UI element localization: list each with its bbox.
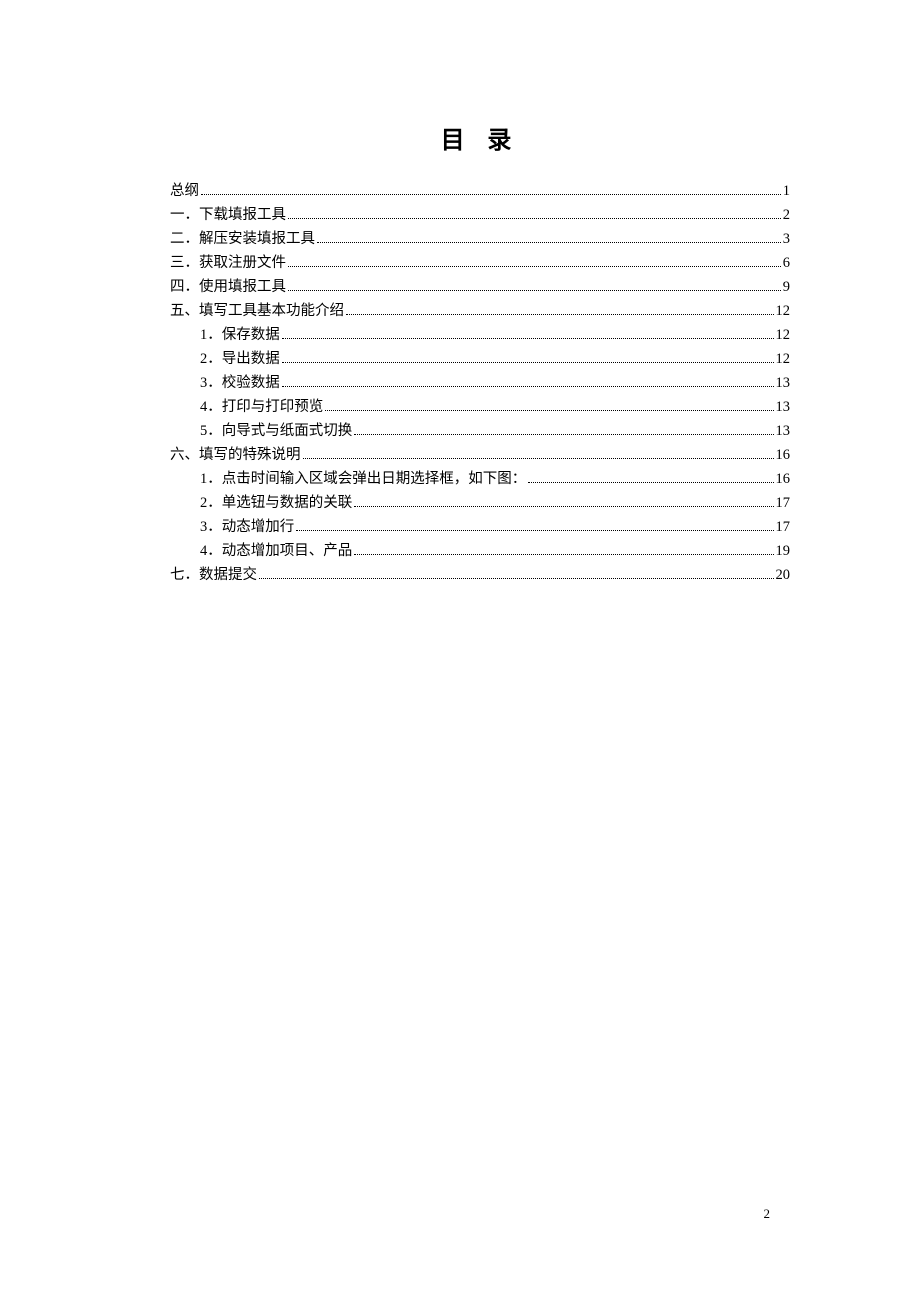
toc-entry-leader: [201, 194, 781, 195]
toc-entry[interactable]: 总纲 1: [170, 179, 790, 203]
toc-entry-label: 一．下载填报工具: [170, 203, 286, 227]
toc-entry-page: 19: [776, 539, 791, 563]
toc-entry-label: 1．点击时间输入区域会弹出日期选择框，如下图：: [200, 467, 526, 491]
toc-entry-page: 13: [776, 419, 791, 443]
toc-entry-page: 6: [783, 251, 790, 275]
toc-entry-leader: [282, 362, 774, 363]
toc-entry-leader: [528, 482, 773, 483]
page-number: 2: [764, 1206, 771, 1222]
toc-entry-leader: [354, 434, 773, 435]
toc-entry[interactable]: 4．打印与打印预览 13: [200, 395, 790, 419]
toc-entry[interactable]: 六、填写的特殊说明 16: [170, 443, 790, 467]
toc-entry[interactable]: 三．获取注册文件 6: [170, 251, 790, 275]
toc-entry-leader: [317, 242, 781, 243]
toc-entry-page: 16: [776, 443, 791, 467]
toc-entry-label: 3．校验数据: [200, 371, 280, 395]
toc-entry-leader: [354, 506, 773, 507]
toc-entry[interactable]: 3．动态增加行 17: [200, 515, 790, 539]
toc-entry-leader: [303, 458, 774, 459]
toc-entry-leader: [282, 338, 774, 339]
toc-entry-label: 4．打印与打印预览: [200, 395, 323, 419]
toc-entry-label: 三．获取注册文件: [170, 251, 286, 275]
toc-entry-label: 4．动态增加项目、产品: [200, 539, 352, 563]
toc-entry-page: 12: [776, 299, 791, 323]
toc-entry-label: 六、填写的特殊说明: [170, 443, 301, 467]
toc-entry-leader: [288, 266, 781, 267]
toc-entry-label: 七．数据提交: [170, 563, 257, 587]
toc-entry-leader: [346, 314, 774, 315]
toc-entry-label: 五、填写工具基本功能介绍: [170, 299, 344, 323]
toc-entry[interactable]: 1．点击时间输入区域会弹出日期选择框，如下图： 16: [200, 467, 790, 491]
toc-entry-leader: [288, 290, 781, 291]
toc-entry-label: 二．解压安装填报工具: [170, 227, 315, 251]
toc-entry-label: 2．导出数据: [200, 347, 280, 371]
toc-entry-page: 20: [776, 563, 791, 587]
document-page: 目 录 总纲1一．下载填报工具2二．解压安装填报工具3三．获取注册文件6四．使用…: [0, 0, 920, 587]
toc-entry[interactable]: 七．数据提交 20: [170, 563, 790, 587]
toc-entry[interactable]: 五、填写工具基本功能介绍 12: [170, 299, 790, 323]
toc-entry-page: 17: [776, 515, 791, 539]
toc-entry-label: 5．向导式与纸面式切换: [200, 419, 352, 443]
toc-entry-page: 13: [776, 395, 791, 419]
toc-entry-page: 12: [776, 323, 791, 347]
toc-entry-label: 四．使用填报工具: [170, 275, 286, 299]
toc-entry-leader: [288, 218, 781, 219]
toc-entry[interactable]: 四．使用填报工具 9: [170, 275, 790, 299]
toc-entry[interactable]: 5．向导式与纸面式切换 13: [200, 419, 790, 443]
toc-entry-leader: [259, 578, 774, 579]
toc-entry-page: 3: [783, 227, 790, 251]
toc-entry[interactable]: 4．动态增加项目、产品 19: [200, 539, 790, 563]
toc-entry-label: 3．动态增加行: [200, 515, 294, 539]
toc-entry-page: 17: [776, 491, 791, 515]
toc-entry-page: 1: [783, 179, 790, 203]
toc-entry-leader: [354, 554, 773, 555]
toc-entry-page: 16: [776, 467, 791, 491]
toc-entry-leader: [282, 386, 774, 387]
toc-entry[interactable]: 1．保存数据 12: [200, 323, 790, 347]
toc-entry-leader: [296, 530, 773, 531]
toc-entry-leader: [325, 410, 773, 411]
toc-entry[interactable]: 2．单选钮与数据的关联 17: [200, 491, 790, 515]
toc-entry-page: 12: [776, 347, 791, 371]
toc-container: 总纲1一．下载填报工具2二．解压安装填报工具3三．获取注册文件6四．使用填报工具…: [170, 179, 790, 587]
toc-entry-page: 2: [783, 203, 790, 227]
toc-entry[interactable]: 3．校验数据 13: [200, 371, 790, 395]
toc-entry-label: 总纲: [170, 179, 199, 203]
toc-entry-page: 13: [776, 371, 791, 395]
toc-title: 目 录: [170, 120, 790, 155]
toc-entry-label: 2．单选钮与数据的关联: [200, 491, 352, 515]
toc-entry[interactable]: 二．解压安装填报工具 3: [170, 227, 790, 251]
toc-entry-label: 1．保存数据: [200, 323, 280, 347]
toc-entry[interactable]: 一．下载填报工具 2: [170, 203, 790, 227]
toc-entry-page: 9: [783, 275, 790, 299]
toc-entry[interactable]: 2．导出数据 12: [200, 347, 790, 371]
